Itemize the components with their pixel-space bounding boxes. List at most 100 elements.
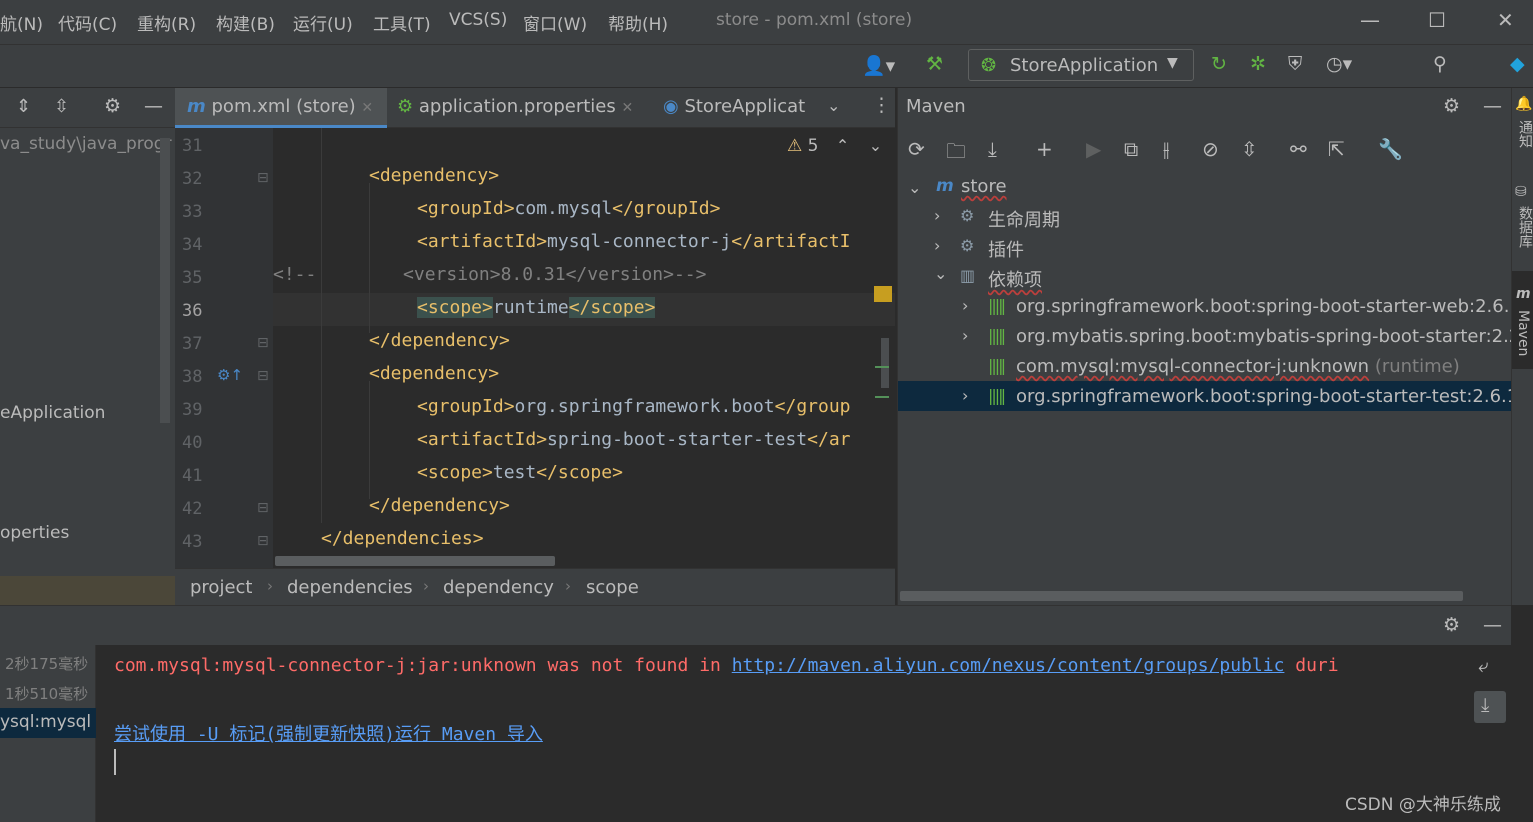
maven-root-store[interactable]: store bbox=[961, 176, 1007, 197]
rerun-icon[interactable]: ↻ bbox=[1211, 53, 1227, 75]
close-tab-icon[interactable]: ✕ bbox=[361, 100, 373, 116]
gear-icon[interactable]: ⚙ bbox=[1443, 95, 1460, 117]
gear-icon[interactable]: ⚙ bbox=[104, 95, 121, 117]
chevron-down-icon[interactable]: ⌄ bbox=[934, 264, 947, 283]
chevron-right-icon[interactable]: › bbox=[934, 206, 940, 225]
fold-icon[interactable]: ⊟ bbox=[257, 335, 269, 351]
soft-wrap-icon[interactable]: ⤶ bbox=[1478, 655, 1489, 677]
breadcrumb-scope[interactable]: scope bbox=[586, 577, 639, 598]
close-tab-icon[interactable]: ✕ bbox=[621, 100, 633, 116]
breadcrumb-dependency[interactable]: dependency bbox=[443, 577, 554, 598]
menu-vcs[interactable]: VCS(S) bbox=[449, 10, 507, 30]
chevron-right-icon[interactable]: › bbox=[962, 386, 968, 405]
more-options-icon[interactable]: ⋮ bbox=[872, 94, 891, 116]
menu-refactor[interactable]: 重构(R) bbox=[137, 10, 196, 35]
breadcrumb-dependencies[interactable]: dependencies bbox=[287, 577, 413, 598]
project-tree-item[interactable]: eApplication bbox=[0, 403, 105, 423]
add-icon[interactable]: + bbox=[1036, 137, 1053, 161]
repository-link[interactable]: http://maven.aliyun.com/nexus/content/gr… bbox=[732, 655, 1285, 676]
fold-icon[interactable]: ⊟ bbox=[257, 170, 269, 186]
hide-panel-icon[interactable]: — bbox=[1483, 614, 1502, 636]
tab-pom-xml[interactable]: m pom.xml (store) ✕ bbox=[175, 88, 387, 128]
override-marker-icon[interactable]: ⚙↑ bbox=[217, 366, 243, 384]
inspection-widget[interactable]: ⚠ 5 ⌃ ⌄ bbox=[787, 136, 882, 156]
editor-vertical-scrollbar[interactable] bbox=[881, 338, 889, 388]
maven-dependency[interactable]: org.springframework.boot:spring-boot-sta… bbox=[1016, 386, 1511, 407]
show-dependencies-icon[interactable]: ⚯ bbox=[1290, 137, 1307, 161]
build-tree: 2秒175毫秒 1秒510毫秒 ysql:mysql bbox=[0, 645, 96, 822]
run-config-selector[interactable]: ❂ StoreApplication ▼ bbox=[968, 49, 1194, 81]
build-console[interactable]: com.mysql:mysql-connector-j:jar:unknown … bbox=[96, 645, 1468, 822]
wrench-icon[interactable]: 🔧 bbox=[1378, 137, 1403, 161]
run-icon[interactable]: ▶ bbox=[1086, 137, 1101, 161]
code-line: <dependency> bbox=[369, 363, 500, 384]
menu-window[interactable]: 窗口(W) bbox=[523, 10, 587, 35]
code-editor[interactable]: 31 32 33 34 35 36 37 38 39 40 41 42 43 ⊟… bbox=[175, 128, 895, 568]
collapse-all-icon[interactable]: ⇳ bbox=[54, 96, 69, 117]
menu-navigate[interactable]: 航(N) bbox=[0, 10, 43, 35]
next-highlight-icon[interactable]: ⌄ bbox=[869, 136, 882, 155]
menu-tools[interactable]: 工具(T) bbox=[373, 10, 431, 35]
collapse-icon[interactable]: ⇳ bbox=[1241, 137, 1258, 161]
skip-tests-icon[interactable]: ⊘ bbox=[1202, 137, 1219, 161]
menu-code[interactable]: 代码(C) bbox=[58, 10, 117, 35]
coverage-icon[interactable]: ⛨ bbox=[1288, 53, 1302, 75]
maven-dependency[interactable]: org.mybatis.spring.boot:mybatis-spring-b… bbox=[1016, 326, 1511, 347]
maven-horizontal-scrollbar[interactable] bbox=[900, 591, 1463, 601]
maven-node-lifecycle[interactable]: 生命周期 bbox=[988, 206, 1060, 232]
build-hammer-icon[interactable]: ⚒ bbox=[926, 53, 943, 75]
tab-application-properties[interactable]: ⚙ application.properties ✕ bbox=[397, 88, 657, 128]
search-icon[interactable]: ⚲ bbox=[1433, 53, 1447, 75]
minimize-icon[interactable]: — bbox=[1360, 8, 1380, 32]
tabs-dropdown-icon[interactable]: ⌄ bbox=[827, 96, 840, 115]
user-icon[interactable]: 👤▾ bbox=[862, 54, 895, 77]
toolbox-icon[interactable]: ◆ bbox=[1510, 53, 1525, 75]
expand-all-icon[interactable]: ⇕ bbox=[16, 96, 31, 117]
menu-build[interactable]: 构建(B) bbox=[216, 10, 275, 35]
maven-dependency[interactable]: org.springframework.boot:spring-boot-sta… bbox=[1016, 296, 1511, 317]
database-tool-button[interactable]: 数据库 bbox=[1515, 206, 1533, 248]
close-icon[interactable]: ✕ bbox=[1497, 8, 1514, 32]
previous-highlight-icon[interactable]: ⌃ bbox=[836, 136, 849, 155]
toggle-offline-icon[interactable]: ⫲ bbox=[1163, 137, 1169, 161]
maximize-icon[interactable]: ☐ bbox=[1428, 8, 1446, 32]
debug-bug-icon[interactable]: ✲ bbox=[1250, 53, 1266, 75]
build-tree-selected-row[interactable]: ysql:mysql bbox=[0, 708, 96, 738]
change-marker bbox=[875, 366, 889, 368]
chevron-right-icon[interactable]: › bbox=[962, 296, 968, 315]
fold-icon[interactable]: ⊟ bbox=[257, 500, 269, 516]
profile-icon[interactable]: ◷▾ bbox=[1326, 53, 1352, 75]
breadcrumb-project[interactable]: project bbox=[190, 577, 252, 598]
hide-panel-icon[interactable]: — bbox=[144, 95, 163, 117]
maven-node-dependencies[interactable]: 依赖项 bbox=[988, 266, 1042, 292]
chevron-down-icon[interactable]: ⌄ bbox=[908, 178, 921, 197]
scroll-to-end-button[interactable]: ⤓ bbox=[1474, 691, 1506, 723]
reload-icon[interactable]: ⟳ bbox=[908, 137, 925, 161]
execute-goal-icon[interactable]: ⧉ bbox=[1124, 137, 1138, 161]
warning-stripe-marker[interactable] bbox=[874, 286, 892, 302]
menu-run[interactable]: 运行(U) bbox=[293, 10, 353, 35]
maven-node-plugins[interactable]: 插件 bbox=[988, 236, 1024, 262]
notifications-tool-button[interactable]: 通知 bbox=[1515, 120, 1533, 148]
bell-icon: 🔔 bbox=[1515, 96, 1533, 112]
chevron-right-icon[interactable]: › bbox=[934, 236, 940, 255]
expand-icon[interactable]: ⇱ bbox=[1328, 137, 1345, 161]
java-class-icon: ◉ bbox=[663, 96, 679, 117]
hide-panel-icon[interactable]: — bbox=[1483, 95, 1502, 117]
download-icon[interactable]: ⤓ bbox=[988, 137, 997, 161]
menu-help[interactable]: 帮助(H) bbox=[608, 10, 668, 35]
project-scrollbar[interactable] bbox=[160, 138, 170, 423]
change-marker bbox=[875, 396, 889, 398]
add-project-icon[interactable]: 🗀 bbox=[946, 137, 966, 171]
tab-store-application[interactable]: ◉ StoreApplicat bbox=[663, 88, 813, 128]
editor-horizontal-scrollbar[interactable] bbox=[275, 556, 555, 566]
maven-tool-button[interactable]: Maven bbox=[1515, 310, 1531, 356]
chevron-right-icon[interactable]: › bbox=[962, 326, 968, 345]
fold-icon[interactable]: ⊟ bbox=[257, 368, 269, 384]
fold-icon[interactable]: ⊟ bbox=[257, 533, 269, 549]
gear-icon[interactable]: ⚙ bbox=[1443, 614, 1460, 636]
error-text: com.mysql:mysql-connector-j:jar:unknown … bbox=[114, 655, 732, 676]
force-update-link[interactable]: 尝试使用 -U 标记(强制更新快照)运行 Maven 导入 bbox=[114, 720, 543, 746]
maven-dependency[interactable]: com.mysql:mysql-connector-j:unknown (run… bbox=[1016, 356, 1460, 377]
project-tree-item[interactable]: operties bbox=[0, 523, 69, 543]
